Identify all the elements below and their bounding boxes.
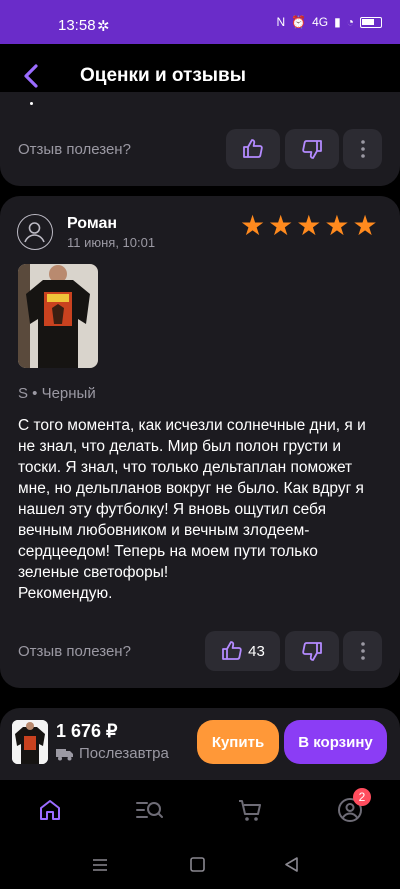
reviewer-name: Роман xyxy=(67,215,118,232)
tab-home[interactable] xyxy=(36,796,64,824)
cart-icon xyxy=(239,800,261,821)
signal-icon: ▮ xyxy=(334,15,341,29)
buy-bar: 1 676 ₽ Послезавтра Купить В корзину xyxy=(0,708,400,780)
wifi-icon: ◔ xyxy=(346,15,354,29)
more-button[interactable] xyxy=(343,631,382,671)
like-count: 43 xyxy=(248,642,265,660)
dislike-button[interactable] xyxy=(285,129,339,169)
catalog-search-icon xyxy=(136,802,163,818)
alarm-icon: ⏰ xyxy=(291,15,307,29)
like-button[interactable] xyxy=(226,129,280,169)
product-variant: S • Черный xyxy=(18,385,96,402)
status-bar: 13:58 ✲ N ⏰ 4G ▮ ◔ xyxy=(0,0,400,44)
text-remnant xyxy=(30,102,33,105)
like-button[interactable]: 43 xyxy=(205,631,280,671)
user-icon xyxy=(24,222,45,243)
battery-icon xyxy=(360,16,382,28)
chevron-left-icon xyxy=(24,64,38,88)
dislike-button[interactable] xyxy=(285,631,339,671)
thumbs-up-icon xyxy=(243,139,263,158)
hub-icon: ✲ xyxy=(97,18,110,35)
product-image xyxy=(12,720,48,764)
tab-catalog[interactable] xyxy=(135,796,163,824)
product-thumbnail[interactable] xyxy=(12,720,48,764)
page-title: Оценки и отзывы xyxy=(80,65,246,86)
status-time: 13:58 xyxy=(58,17,96,34)
more-vertical-icon xyxy=(360,140,365,158)
more-vertical-icon xyxy=(360,642,365,660)
helpful-label: Отзыв полезен? xyxy=(18,643,131,660)
thumbs-down-icon xyxy=(302,642,322,661)
previous-review-card: Отзыв полезен? xyxy=(0,92,400,186)
profile-badge: 2 xyxy=(353,788,371,806)
delivery-info: Послезавтра xyxy=(56,745,169,762)
product-price: 1 676 ₽ xyxy=(56,721,118,741)
buy-button[interactable]: Купить xyxy=(197,720,279,764)
star-icon: ★ xyxy=(352,210,378,241)
star-icon: ★ xyxy=(324,210,350,241)
tshirt-photo xyxy=(18,264,98,368)
helpful-label: Отзыв полезен? xyxy=(18,141,131,158)
review-card: Роман 11 июня, 10:01 ★ ★ ★ ★ ★ S • Черны… xyxy=(0,196,400,688)
nfc-icon: N xyxy=(276,15,286,29)
bottom-tab-bar xyxy=(0,780,400,838)
system-nav-bar xyxy=(0,838,400,889)
star-icon: ★ xyxy=(240,210,266,241)
delivery-date: Послезавтра xyxy=(79,745,169,762)
review-text: С того момента, как исчезли солнечные дн… xyxy=(18,417,366,602)
back-button[interactable] xyxy=(16,60,48,92)
thumbs-down-icon xyxy=(302,140,322,159)
tab-cart[interactable] xyxy=(236,796,264,824)
review-date: 11 июня, 10:01 xyxy=(67,235,156,250)
avatar xyxy=(17,214,53,250)
review-photo[interactable] xyxy=(18,264,98,368)
rating-stars: ★ ★ ★ ★ ★ xyxy=(240,212,378,240)
status-icons: N ⏰ 4G ▮ ◔ xyxy=(276,15,382,29)
more-button[interactable] xyxy=(343,129,382,169)
network-indicator: 4G xyxy=(312,15,329,29)
star-icon: ★ xyxy=(268,210,294,241)
home-icon xyxy=(40,800,60,820)
home-square-icon[interactable] xyxy=(190,857,205,872)
truck-icon xyxy=(56,748,73,760)
star-icon: ★ xyxy=(296,210,322,241)
thumbs-up-icon xyxy=(222,641,242,660)
add-to-cart-button[interactable]: В корзину xyxy=(284,720,387,764)
menu-icon[interactable] xyxy=(92,858,108,872)
back-triangle-icon[interactable] xyxy=(284,857,299,872)
